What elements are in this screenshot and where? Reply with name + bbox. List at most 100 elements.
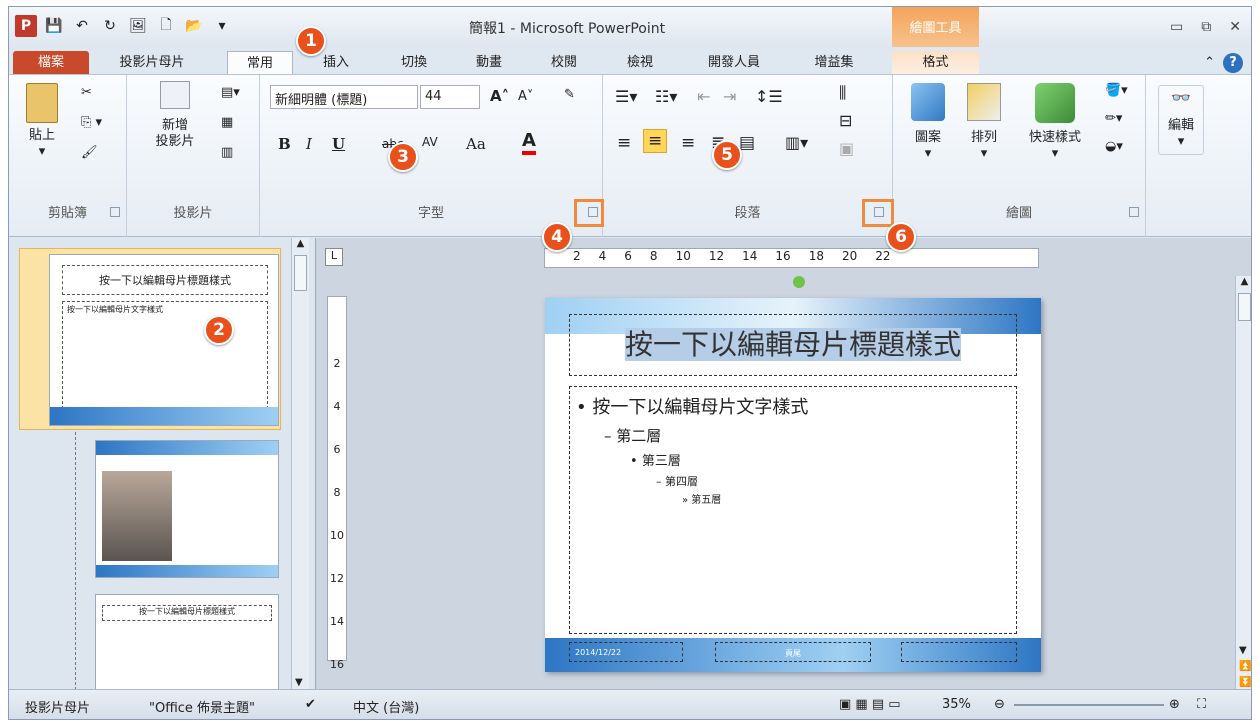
fit-to-window-icon[interactable]: ⛶ [1197,697,1206,712]
layout-thumb-1[interactable] [95,440,279,578]
tab-stop-selector[interactable]: L [325,248,343,266]
tab-animations[interactable]: 動畫 [464,51,514,75]
scroll-thumb[interactable] [1238,293,1251,321]
reset-icon[interactable]: ▦ [221,115,233,130]
font-color-button[interactable]: A [522,131,536,155]
clear-format-icon[interactable]: ✎ [564,87,575,102]
smartart-icon[interactable]: ▣ [839,139,854,158]
powerpoint-window: P 💾 ↶ ↻ 🖼 🗋 📂 ▾ 簡報1 - Microsoft PowerPoi… [8,6,1252,720]
minimize-ribbon-icon[interactable]: ⌃ [1204,55,1215,70]
section-icon[interactable]: ▥ [221,145,233,160]
zoom-level[interactable]: 35% [942,697,971,712]
zoom-slider[interactable] [1014,704,1164,706]
slide-number-placeholder[interactable] [901,642,1017,662]
char-spacing-button[interactable]: AV [422,135,438,149]
redo-icon[interactable]: ↻ [99,15,121,37]
close-icon[interactable]: ✕ [1229,19,1241,35]
tab-insert[interactable]: 插入 [311,51,361,75]
tab-view[interactable]: 檢視 [615,51,665,75]
quick-styles-button[interactable]: 快速樣式 ▾ [1017,83,1093,162]
footer-placeholder[interactable]: 頁尾 [715,642,871,662]
zoom-out-icon[interactable]: ⊖ [994,697,1005,712]
body-placeholder[interactable]: • 按一下以編輯母片文字樣式 – 第二層 • 第三層 – 第四層 » 第五層 [569,386,1017,634]
layout-icon[interactable]: ▤▾ [221,85,240,100]
cut-icon[interactable]: ✂ [81,85,92,100]
scroll-up-icon[interactable]: ▲ [292,238,309,249]
customize-qat-icon[interactable]: ▾ [211,15,233,37]
shape-effects-icon[interactable]: ◒▾ [1105,139,1123,154]
shape-outline-icon[interactable]: ✏▾ [1105,111,1122,126]
body-level-4: – 第四層 [656,475,698,488]
align-center-icon[interactable]: ≡ [643,129,668,153]
editing-button[interactable]: 👓 編輯 ▾ [1158,85,1204,155]
align-text-icon[interactable]: ⊟ [839,111,852,130]
tab-home[interactable]: 常用 [227,51,293,75]
decrease-indent-icon[interactable]: ⇤ [697,87,710,106]
undo-icon[interactable]: ↶ [71,15,93,37]
shapes-button[interactable]: 圖案 ▾ [903,83,953,162]
clipboard-launcher[interactable] [110,207,120,217]
new-slide-button[interactable]: 新增 投影片 [145,81,205,150]
open-icon[interactable]: 📂 [183,15,205,37]
underline-button[interactable]: U [332,135,345,153]
minimize-icon[interactable]: ▭ [1170,19,1183,35]
align-left-icon[interactable]: ≡ [617,133,631,153]
italic-button[interactable]: I [306,135,312,153]
powerpoint-logo-icon[interactable]: P [15,15,37,37]
drawing-launcher[interactable] [1129,207,1139,217]
bullets-icon[interactable]: ☰▾ [615,87,637,106]
format-painter-icon[interactable]: 🖌 [81,145,98,160]
font-size-select[interactable]: 44 [420,85,480,109]
editor-scrollbar[interactable]: ▲ ▼ ⏫ ⏬ [1235,276,1251,690]
tab-format[interactable]: 格式 [892,51,979,75]
title-placeholder[interactable]: 按一下以編輯母片標題樣式 [569,314,1017,376]
columns-icon[interactable]: ▥▾ [785,133,808,152]
status-language[interactable]: 中文 (台灣) [353,697,419,716]
tab-addins[interactable]: 增益集 [804,51,864,75]
picture-icon[interactable]: 🖼 [127,15,149,37]
editing-group: 👓 編輯 ▾ [1146,75,1216,237]
layout-thumb-2[interactable]: 按一下以編輯母片標題樣式 [95,594,279,690]
zoom-in-icon[interactable]: ⊕ [1169,697,1180,712]
rotation-handle-icon[interactable] [793,276,805,288]
shrink-font-icon[interactable]: A˅ [518,89,533,104]
change-case-button[interactable]: Aa [466,135,486,153]
save-icon[interactable]: 💾 [43,15,65,37]
tab-file[interactable]: 檔案 [13,51,89,75]
scroll-up-icon[interactable]: ▲ [1236,276,1251,287]
line-spacing-icon[interactable]: ↕☰ [755,87,783,106]
grow-font-icon[interactable]: A˄ [490,87,509,105]
shape-fill-icon[interactable]: 🪣▾ [1105,83,1128,98]
horizontal-ruler[interactable]: 2 4 6 8 10 12 14 16 18 20 22 [544,248,1039,268]
numbering-icon[interactable]: ☷▾ [655,87,677,106]
scroll-down-icon[interactable]: ▼ [1239,645,1247,656]
spellcheck-icon[interactable]: ✔ [305,697,316,712]
previous-slide-icon[interactable]: ⏫ [1239,661,1251,672]
font-name-select[interactable]: 新細明體 (標題) [270,85,418,109]
tab-slide-master[interactable]: 投影片母片 [109,51,195,75]
align-right-icon[interactable]: ≡ [681,133,695,153]
slide-master-thumb[interactable]: 按一下以編輯母片標題樣式 按一下以編輯母片文字樣式 [49,254,279,426]
tab-developer[interactable]: 開發人員 [699,51,769,75]
thumb-scrollbar[interactable]: ▲ ▼ [291,238,309,690]
paste-button[interactable]: 貼上 ▾ [17,83,67,160]
text-direction-icon[interactable]: ⫼ [839,83,846,103]
tab-review[interactable]: 校閱 [539,51,589,75]
date-placeholder[interactable]: 2014/12/22 [569,642,683,662]
ruler-tick: 8 [649,249,658,263]
vertical-ruler[interactable]: 2 4 6 8 10 12 14 16 [327,296,347,671]
bold-button[interactable]: B [278,135,291,153]
new-icon[interactable]: 🗋 [155,15,177,37]
view-buttons[interactable]: ▣ ▦ ▤ ▭ [839,697,901,712]
scroll-down-icon[interactable]: ▼ [295,677,303,688]
next-slide-icon[interactable]: ⏬ [1239,677,1251,688]
scroll-thumb[interactable] [294,255,307,291]
help-icon[interactable]: ? [1223,53,1243,73]
quick-styles-icon [1035,83,1075,123]
copy-icon[interactable]: ⎘ ▾ [81,115,102,130]
increase-indent-icon[interactable]: ⇥ [723,87,736,106]
restore-icon[interactable]: ⧉ [1201,19,1211,35]
arrange-button[interactable]: 排列 ▾ [959,83,1009,162]
tab-transitions[interactable]: 切換 [389,51,439,75]
status-theme[interactable]: "Office 佈景主題" [149,697,255,716]
